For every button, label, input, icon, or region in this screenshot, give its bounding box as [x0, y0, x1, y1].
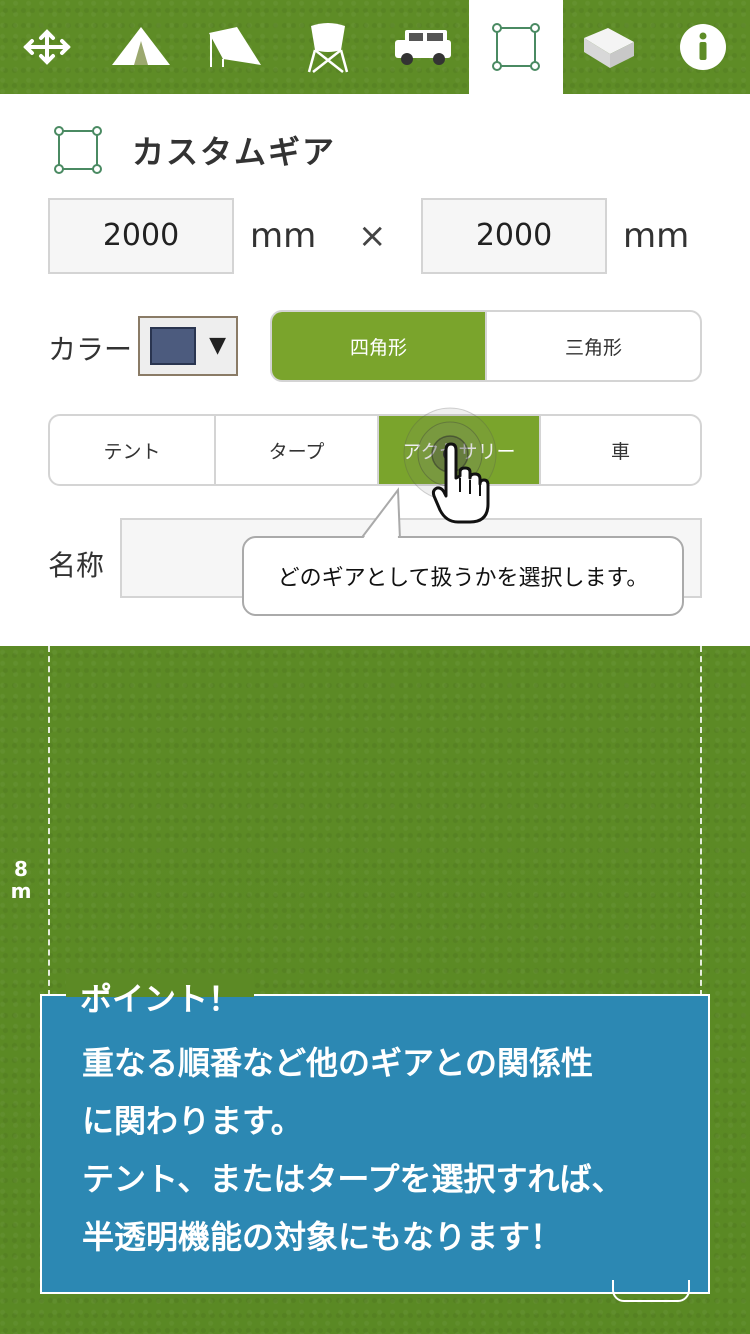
car-icon — [394, 30, 451, 65]
tool-cooler[interactable] — [563, 0, 657, 94]
tool-car[interactable] — [375, 0, 469, 94]
cooler-box-icon — [584, 28, 635, 68]
height-input[interactable]: 2000 — [421, 198, 607, 274]
hint-line: に関わります。 — [82, 1102, 303, 1140]
gear-toolbar — [0, 0, 750, 94]
times-sign: × — [358, 216, 387, 256]
shape-selector: 四角形 三角形 — [270, 310, 702, 382]
width-input[interactable]: 2000 — [48, 198, 234, 274]
pointer-hand-icon — [431, 442, 490, 524]
info-icon — [680, 24, 727, 70]
ruler-guide-left — [48, 646, 50, 996]
ruler-label-text: 8 m — [10, 857, 32, 903]
tool-tent[interactable] — [94, 0, 188, 94]
chevron-down-icon: ▼ — [209, 333, 226, 358]
tool-custom[interactable] — [468, 0, 563, 94]
custom-square-icon — [491, 23, 540, 71]
page-title: カスタムギア — [132, 133, 337, 171]
custom-square-icon — [54, 126, 102, 174]
hint-close-tab[interactable] — [612, 1280, 690, 1302]
name-label: 名称 — [48, 549, 105, 582]
category-option-tarp[interactable]: タープ — [214, 416, 377, 484]
color-picker[interactable]: ▼ — [138, 316, 238, 376]
tool-info[interactable] — [656, 0, 750, 94]
color-label: カラー — [48, 333, 133, 366]
camp-chair-icon — [307, 23, 349, 73]
category-option-car[interactable]: 車 — [539, 416, 700, 484]
tool-chair[interactable] — [281, 0, 375, 94]
tool-move[interactable] — [0, 0, 94, 94]
category-option-tent[interactable]: テント — [50, 416, 214, 484]
tarp-icon — [209, 27, 262, 67]
tent-icon — [111, 27, 170, 65]
panel-header: カスタムギア — [54, 126, 336, 174]
width-unit: mm — [250, 216, 317, 256]
hint-line: テント、またはタープを選択すれば、 — [82, 1160, 624, 1198]
ruler-guide-right — [700, 646, 702, 996]
color-swatch — [150, 327, 196, 365]
hint-line: 重なる順番など他のギアとの関係性 — [82, 1044, 594, 1082]
tooltip: どのギアとして扱うかを選択します。 — [242, 536, 684, 616]
height-unit: mm — [623, 216, 690, 256]
shape-option-square[interactable]: 四角形 — [272, 312, 485, 380]
hint-line: 半透明機能の対象にもなります！ — [82, 1218, 563, 1256]
tool-tarp[interactable] — [188, 0, 282, 94]
shape-option-triangle[interactable]: 三角形 — [485, 312, 700, 380]
ruler-label: 8 m — [10, 858, 32, 902]
category-selector: テント タープ アクセサリー 車 — [48, 414, 702, 486]
hint-title: ポイント！ — [66, 974, 255, 1020]
move-arrows-icon — [23, 29, 71, 65]
hint-body: 重なる順番など他のギアとの関係性 に関わります。 テント、またはタープを選択すれ… — [82, 1034, 692, 1266]
